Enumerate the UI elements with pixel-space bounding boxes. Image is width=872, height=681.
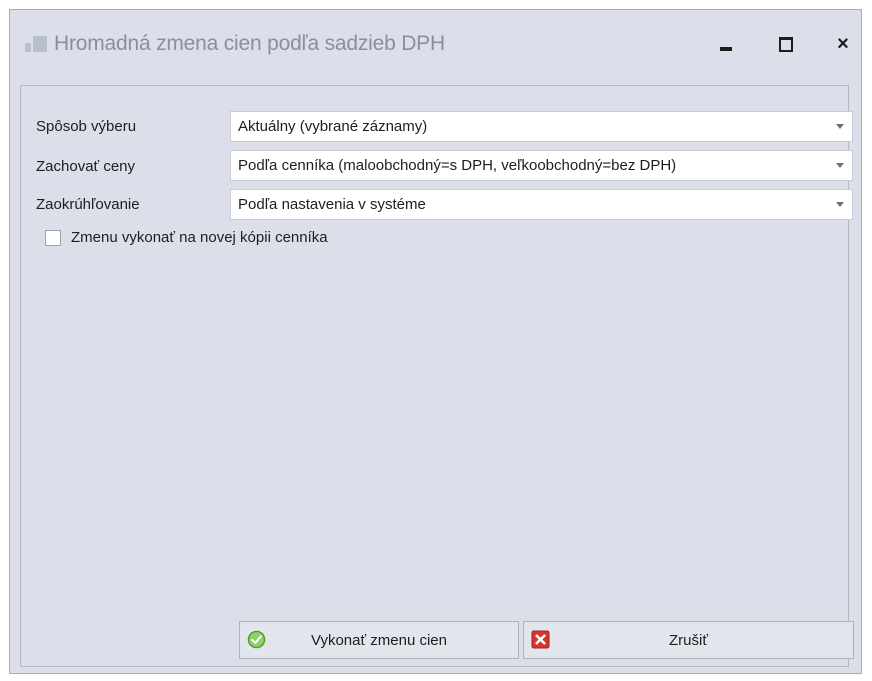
rounding-label: Zaokrúhľovanie [36,196,140,213]
dialog-window: Hromadná zmena cien podľa sadzieb DPH × … [9,9,862,674]
cancel-label: Zrušiť [669,632,708,649]
apply-price-change-label: Vykonať zmenu cien [311,632,447,649]
chevron-down-icon[interactable] [836,202,844,207]
close-button[interactable]: × [825,28,861,60]
selection-mode-value: Aktuálny (vybrané záznamy) [238,118,428,135]
new-copy-checkbox[interactable] [45,230,61,246]
selection-mode-select[interactable]: Aktuálny (vybrané záznamy) [230,111,853,142]
rounding-select[interactable]: Podľa nastavenia v systéme [230,189,853,220]
title-bar[interactable]: Hromadná zmena cien podľa sadzieb DPH × [10,10,861,76]
selection-mode-label: Spôsob výberu [36,118,137,135]
chevron-down-icon[interactable] [836,163,844,168]
maximize-icon [779,36,793,52]
keep-prices-value: Podľa cenníka (maloobchodný=s DPH, veľko… [238,157,677,174]
keep-prices-label: Zachovať ceny [36,158,136,175]
chevron-down-icon[interactable] [836,124,844,129]
app-icon [25,36,47,54]
window-title: Hromadná zmena cien podľa sadzieb DPH [54,32,445,55]
apply-price-change-button[interactable]: Vykonať zmenu cien [239,621,519,659]
maximize-button[interactable] [768,28,804,60]
cancel-button[interactable]: Zrušiť [523,621,854,659]
form-panel: Spôsob výberu Aktuálny (vybrané záznamy)… [20,85,854,667]
close-icon: × [837,33,849,55]
new-copy-label[interactable]: Zmenu vykonať na novej kópii cenníka [71,229,328,246]
rounding-value: Podľa nastavenia v systéme [238,196,426,213]
keep-prices-select[interactable]: Podľa cenníka (maloobchodný=s DPH, veľko… [230,150,853,181]
minimize-button[interactable] [708,28,744,60]
minimize-icon [720,47,732,51]
